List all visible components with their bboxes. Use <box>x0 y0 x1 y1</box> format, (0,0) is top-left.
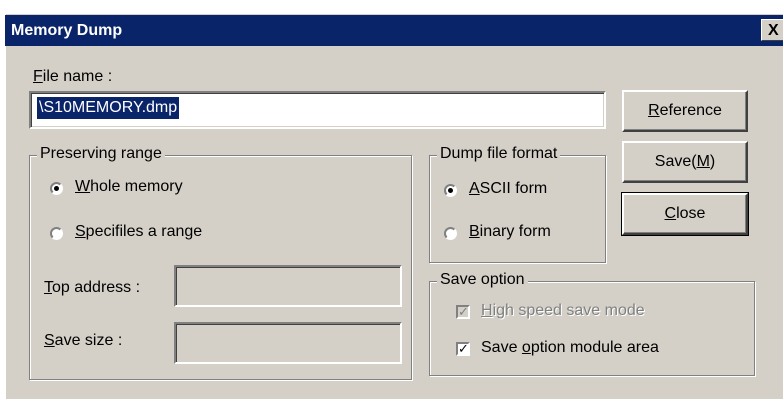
radio-label[interactable]: Specifiles a range <box>75 223 202 241</box>
save-size-label: Save size : <box>44 332 123 349</box>
dialog-title: Memory Dump <box>11 22 123 39</box>
checkbox: ✓ <box>456 304 470 319</box>
radio-selected-dot <box>54 186 59 191</box>
top-address-label: Top address : <box>44 279 141 296</box>
radio-button[interactable] <box>50 227 63 240</box>
file-name-label: File name : <box>33 68 113 85</box>
save-size-input[interactable] <box>174 322 402 364</box>
checkbox-label[interactable]: Save option module area <box>481 339 659 357</box>
top-address-input[interactable] <box>174 265 402 307</box>
checkbox[interactable]: ✓ <box>456 342 470 356</box>
radio-button[interactable] <box>50 182 63 195</box>
dump-file-format-title: Dump file format <box>437 145 561 163</box>
reference-button[interactable]: Reference <box>622 90 748 132</box>
checkbox-label: High speed save mode <box>481 302 645 319</box>
save-button[interactable]: Save(M) <box>622 141 748 183</box>
dump-file-format-group <box>429 155 606 263</box>
radio-label[interactable]: Whole memory <box>75 178 183 196</box>
save-option-title: Save option <box>437 271 528 289</box>
close-window-button[interactable]: X <box>761 19 783 41</box>
close-icon: X <box>768 22 779 39</box>
save-option-group <box>429 281 755 376</box>
radio-button[interactable] <box>444 184 457 197</box>
radio-label[interactable]: Binary form <box>469 223 551 241</box>
file-name-value: \S10MEMORY.dmp <box>37 97 180 119</box>
file-name-input[interactable]: \S10MEMORY.dmp <box>29 91 606 129</box>
preserving-range-title: Preserving range <box>37 145 165 163</box>
radio-button[interactable] <box>444 227 457 240</box>
radio-selected-dot <box>448 188 453 193</box>
close-button[interactable]: Close <box>621 192 749 236</box>
radio-label[interactable]: ASCII form <box>469 180 547 198</box>
